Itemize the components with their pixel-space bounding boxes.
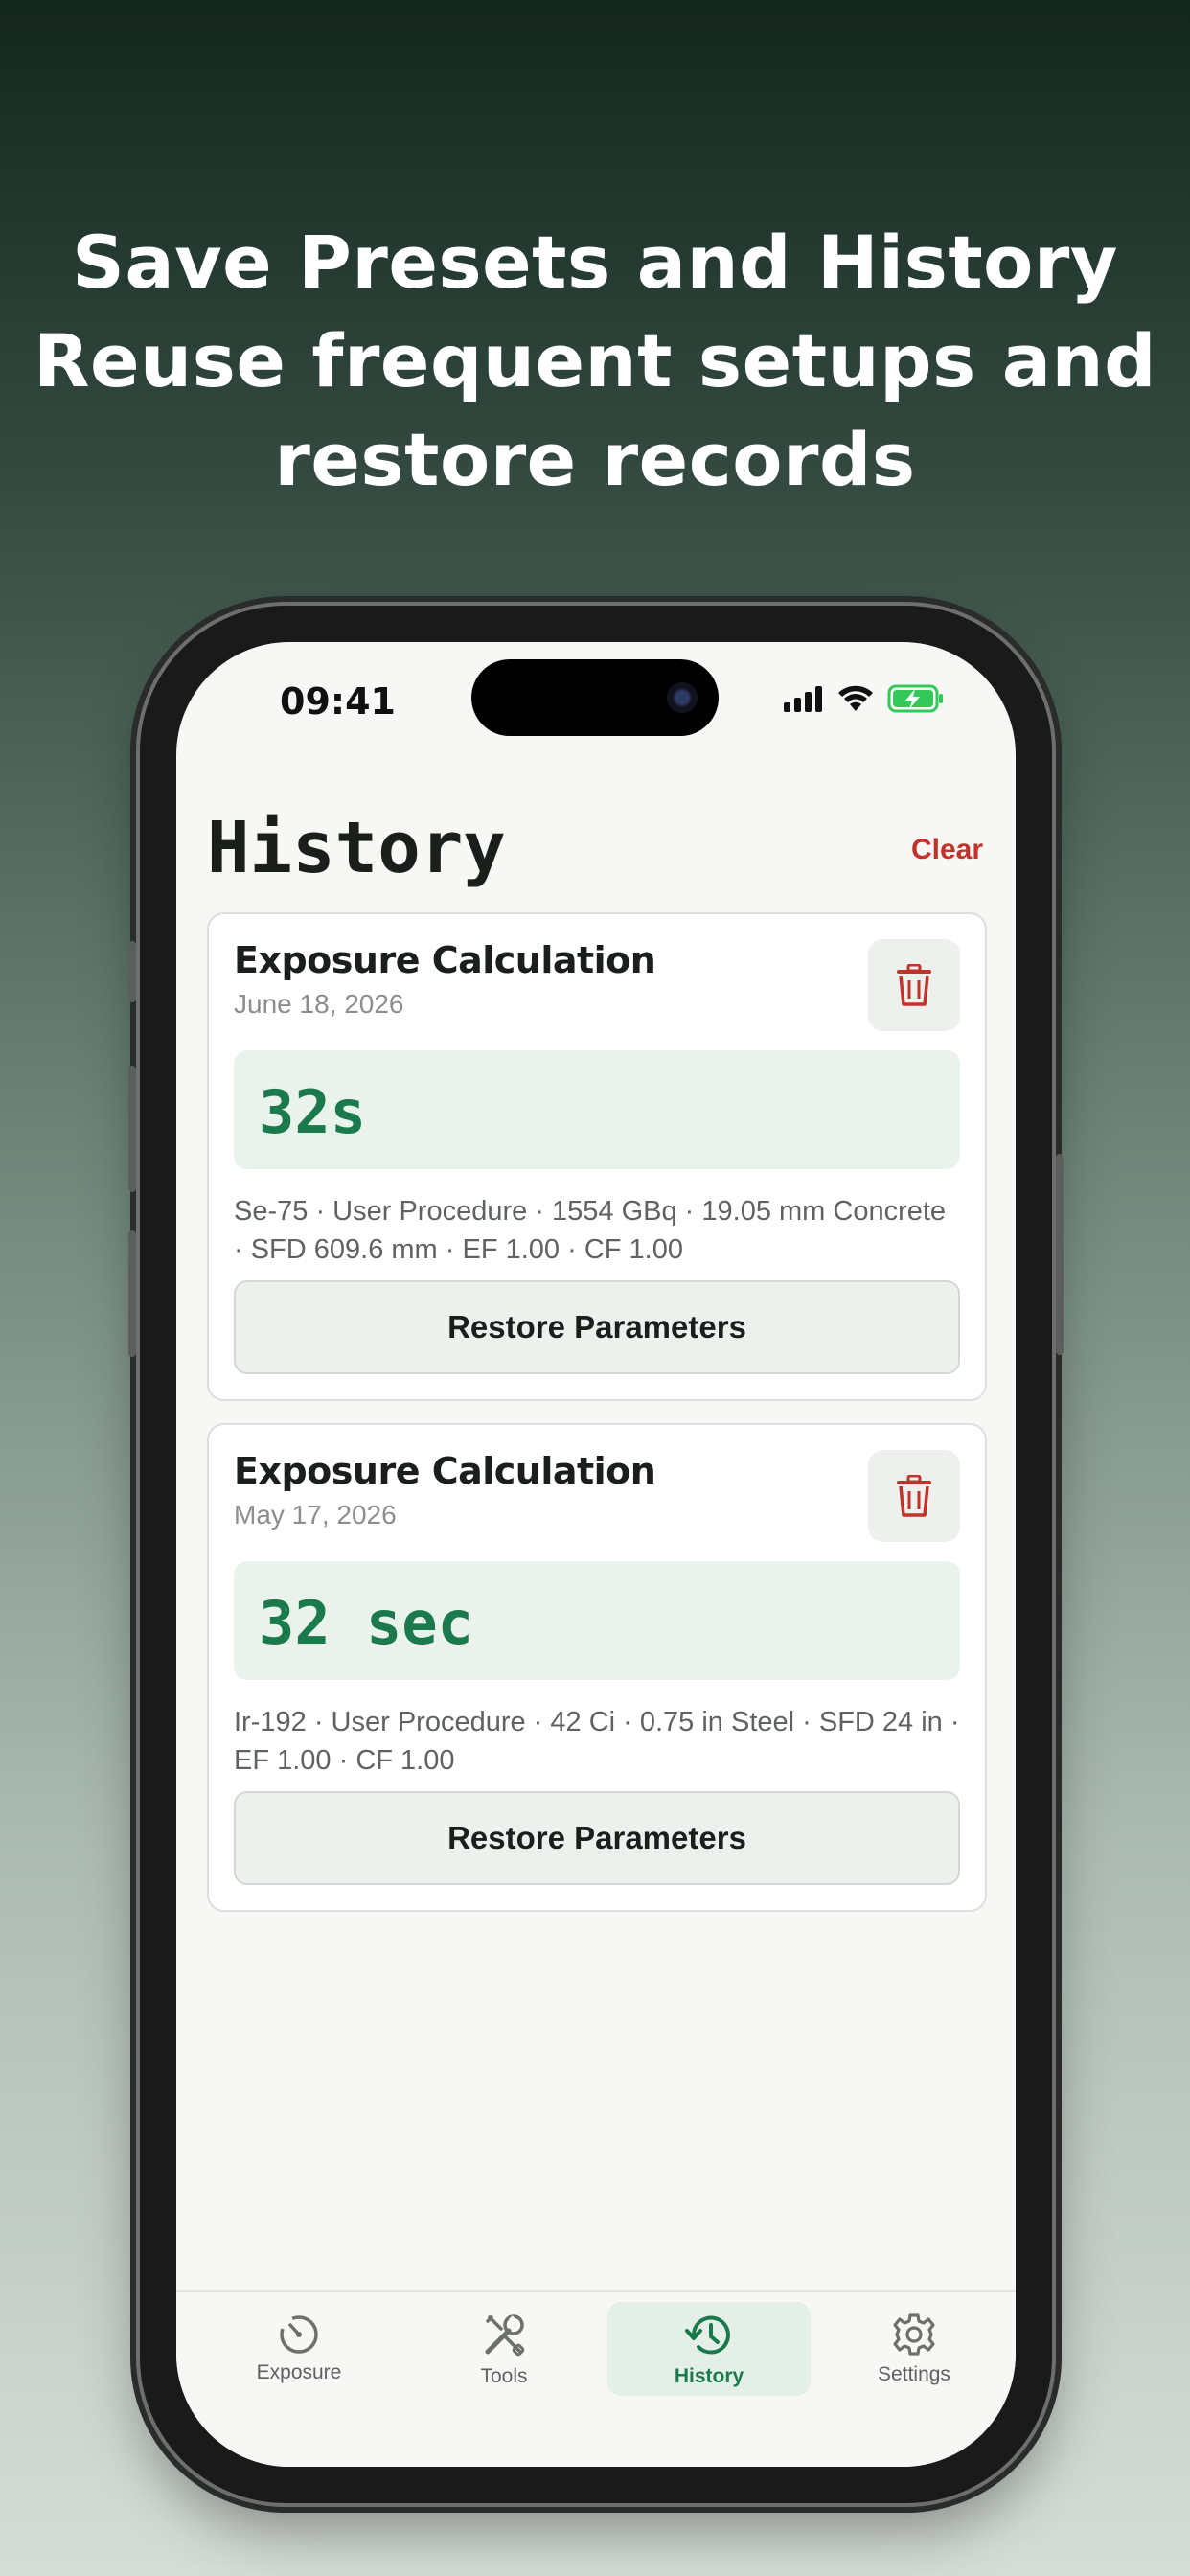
history-card: Exposure Calculation May 17, 2026 32 sec… — [207, 1423, 987, 1912]
trash-icon — [897, 1475, 931, 1517]
headline-line-1: Save Presets and History — [72, 219, 1118, 305]
promo-headline: Save Presets and History Reuse frequent … — [0, 213, 1190, 509]
tab-label: Settings — [878, 2363, 950, 2385]
page-title: History — [207, 807, 506, 889]
wifi-icon — [838, 685, 873, 711]
clear-history-button[interactable]: Clear — [911, 834, 983, 866]
volume-down-button — [128, 1230, 136, 1357]
result-box: 32s — [234, 1050, 960, 1169]
delete-button[interactable] — [868, 1450, 960, 1542]
headline-line-2: Reuse frequent setups and — [33, 318, 1157, 403]
restore-parameters-button[interactable]: Restore Parameters — [234, 1280, 960, 1374]
volume-up-button — [128, 1066, 136, 1192]
trash-icon — [897, 964, 931, 1006]
result-value: 32s — [259, 1077, 366, 1147]
status-icons — [784, 684, 945, 713]
tab-label: Exposure — [256, 2361, 342, 2383]
card-title: Exposure Calculation — [234, 1450, 656, 1492]
power-button — [1056, 1154, 1064, 1355]
card-title: Exposure Calculation — [234, 939, 656, 981]
phone-frame: 09:41 History Clear Exposure Calculation… — [128, 606, 1064, 2503]
tab-exposure[interactable]: Exposure — [197, 2302, 400, 2396]
headline-line-3: restore records — [274, 417, 916, 502]
status-time: 09:41 — [280, 680, 396, 723]
card-details: Se-75 · User Procedure · 1554 GBq · 19.0… — [234, 1196, 947, 1265]
restore-parameters-button[interactable]: Restore Parameters — [234, 1791, 960, 1885]
tab-label: History — [674, 2365, 744, 2387]
card-date: June 18, 2026 — [234, 989, 404, 1019]
tab-bar: Exposure Tools History Settings — [176, 2290, 1016, 2467]
card-details: Ir-192 · User Procedure · 42 Ci · 0.75 i… — [234, 1707, 960, 1776]
gauge-icon — [280, 2315, 318, 2354]
tab-label: Tools — [480, 2365, 528, 2387]
tab-settings[interactable]: Settings — [812, 2302, 1016, 2396]
result-value: 32 sec — [259, 1588, 473, 1658]
battery-charging-icon — [887, 684, 943, 713]
tools-icon — [485, 2314, 525, 2357]
gear-icon — [893, 2313, 935, 2356]
delete-button[interactable] — [868, 939, 960, 1031]
signal-icon — [784, 686, 822, 712]
dynamic-island — [471, 659, 719, 736]
history-icon — [685, 2315, 730, 2355]
tab-history[interactable]: History — [607, 2302, 811, 2396]
history-card: Exposure Calculation June 18, 2026 32s S… — [207, 912, 987, 1401]
tab-tools[interactable]: Tools — [402, 2302, 606, 2396]
card-date: May 17, 2026 — [234, 1500, 397, 1530]
app-screen: 09:41 History Clear Exposure Calculation… — [176, 642, 1016, 2467]
result-box: 32 sec — [234, 1561, 960, 1680]
camera-icon — [667, 682, 698, 713]
mute-switch — [128, 941, 136, 1002]
